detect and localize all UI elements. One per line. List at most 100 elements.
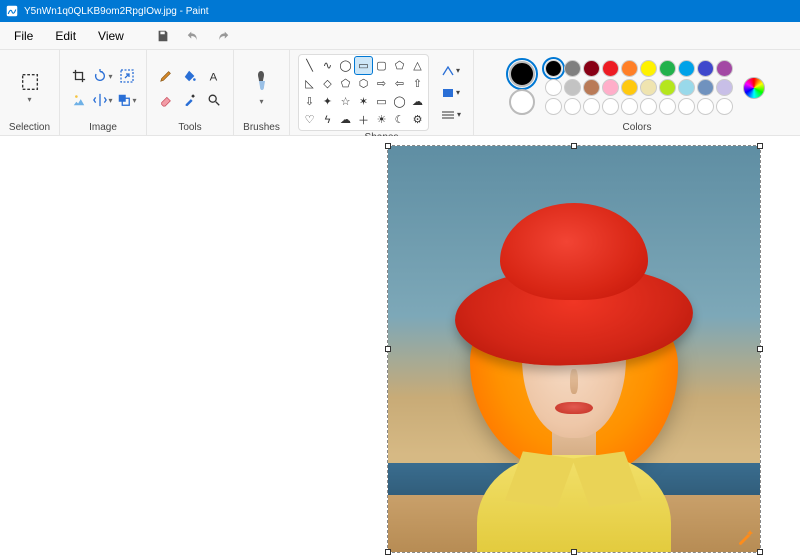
resize-handle-se[interactable]	[757, 549, 763, 555]
crop-button[interactable]	[68, 65, 90, 87]
color-swatch-8[interactable]	[697, 60, 714, 77]
resize-handle-n[interactable]	[571, 143, 577, 149]
color-swatch-15[interactable]	[640, 79, 657, 96]
save-button[interactable]	[150, 24, 176, 48]
menu-view[interactable]: View	[88, 25, 134, 47]
pencil-tool[interactable]	[155, 65, 177, 87]
undo-button[interactable]	[180, 24, 206, 48]
shape-sun[interactable]: ☀	[373, 111, 390, 128]
shape-oval[interactable]: ◯	[337, 57, 354, 74]
color-swatch-13[interactable]	[602, 79, 619, 96]
color-swatch-20[interactable]	[545, 98, 562, 115]
shape-rectangle[interactable]: ▭	[355, 57, 372, 74]
flip-button[interactable]: ▾	[92, 89, 114, 111]
shape-moon[interactable]: ☾	[391, 111, 408, 128]
shape-gear[interactable]: ⚙	[409, 111, 426, 128]
text-tool[interactable]: A	[203, 65, 225, 87]
shape-hexagon[interactable]: ⬡	[355, 75, 372, 92]
color-swatch-9[interactable]	[716, 60, 733, 77]
selection-tool-button[interactable]: ▾	[13, 62, 47, 114]
shape-polygon[interactable]: ⬠	[391, 57, 408, 74]
shape-right-triangle[interactable]: ◺	[301, 75, 318, 92]
invert-selection-button[interactable]: ▾	[116, 89, 138, 111]
group-tools: A Tools	[147, 50, 234, 135]
color-swatch-29[interactable]	[716, 98, 733, 115]
color-swatch-22[interactable]	[583, 98, 600, 115]
shape-left-arrow[interactable]: ⇦	[391, 75, 408, 92]
shape-down-arrow[interactable]: ⇩	[301, 93, 318, 110]
color-swatch-19[interactable]	[716, 79, 733, 96]
remove-background-button[interactable]	[68, 89, 90, 111]
color-swatch-6[interactable]	[659, 60, 676, 77]
color-swatch-23[interactable]	[602, 98, 619, 115]
canvas-area[interactable]	[0, 136, 800, 560]
color-swatch-3[interactable]	[602, 60, 619, 77]
color-swatch-1[interactable]	[564, 60, 581, 77]
shape-fill-dropdown[interactable]: ▾	[437, 83, 465, 103]
shape-oval-callout[interactable]: ◯	[391, 93, 408, 110]
shape-cloud[interactable]: ☁	[337, 111, 354, 128]
resize-handle-ne[interactable]	[757, 143, 763, 149]
color-swatch-11[interactable]	[564, 79, 581, 96]
svg-text:A: A	[210, 71, 218, 83]
shape-triangle[interactable]: △	[409, 57, 426, 74]
color-swatch-24[interactable]	[621, 98, 638, 115]
background-color-swatch[interactable]	[509, 89, 535, 115]
resize-handle-nw[interactable]	[385, 143, 391, 149]
resize-button[interactable]	[116, 65, 138, 87]
ribbon: ▾ Selection ▾ ▾ ▾ Image A	[0, 50, 800, 136]
color-swatch-28[interactable]	[697, 98, 714, 115]
color-picker-tool[interactable]	[179, 89, 201, 111]
brushes-button[interactable]: ▾	[245, 62, 279, 114]
color-swatch-16[interactable]	[659, 79, 676, 96]
shape-four-point-star[interactable]: ✦	[319, 93, 336, 110]
fill-tool[interactable]	[179, 65, 201, 87]
resize-handle-w[interactable]	[385, 346, 391, 352]
shape-diamond[interactable]: ◇	[319, 75, 336, 92]
color-swatch-10[interactable]	[545, 79, 562, 96]
shape-width-dropdown[interactable]: ▾	[437, 105, 465, 125]
eraser-tool[interactable]	[155, 89, 177, 111]
resize-handle-sw[interactable]	[385, 549, 391, 555]
color-swatch-7[interactable]	[678, 60, 695, 77]
color-swatch-27[interactable]	[678, 98, 695, 115]
resize-handle-s[interactable]	[571, 549, 577, 555]
shape-pentagon[interactable]: ⬠	[337, 75, 354, 92]
shape-plus[interactable]: ＋	[355, 111, 372, 128]
redo-button[interactable]	[210, 24, 236, 48]
foreground-color-swatch[interactable]	[509, 61, 535, 87]
shape-six-point-star[interactable]: ✶	[355, 93, 372, 110]
color-swatch-5[interactable]	[640, 60, 657, 77]
color-swatch-21[interactable]	[564, 98, 581, 115]
shape-lightning[interactable]: ϟ	[319, 111, 336, 128]
shape-line[interactable]: ╲	[301, 57, 318, 74]
shape-five-point-star[interactable]: ☆	[337, 93, 354, 110]
color-swatch-25[interactable]	[640, 98, 657, 115]
color-swatch-2[interactable]	[583, 60, 600, 77]
shape-rounded-rect-callout[interactable]: ▭	[373, 93, 390, 110]
color-swatch-18[interactable]	[697, 79, 714, 96]
magnifier-tool[interactable]	[203, 89, 225, 111]
color-swatch-4[interactable]	[621, 60, 638, 77]
selection-frame[interactable]	[387, 145, 761, 553]
shape-heart[interactable]: ♡	[301, 111, 318, 128]
group-selection: ▾ Selection	[0, 50, 60, 135]
group-label-selection: Selection	[9, 122, 50, 133]
shape-cloud-callout[interactable]: ☁	[409, 93, 426, 110]
edit-colors-button[interactable]	[743, 77, 765, 99]
color-swatch-17[interactable]	[678, 79, 695, 96]
menu-file[interactable]: File	[4, 25, 43, 47]
rotate-button[interactable]: ▾	[92, 65, 114, 87]
resize-handle-e[interactable]	[757, 346, 763, 352]
menu-edit[interactable]: Edit	[45, 25, 86, 47]
color-swatch-12[interactable]	[583, 79, 600, 96]
shape-right-arrow[interactable]: ⇨	[373, 75, 390, 92]
shape-up-arrow[interactable]: ⇧	[409, 75, 426, 92]
shape-outline-dropdown[interactable]: ▾	[437, 61, 465, 81]
color-swatch-26[interactable]	[659, 98, 676, 115]
shape-curve[interactable]: ∿	[319, 57, 336, 74]
chevron-down-icon: ▾	[27, 95, 31, 104]
color-swatch-14[interactable]	[621, 79, 638, 96]
color-swatch-0[interactable]	[545, 60, 562, 77]
shape-rounded-rectangle[interactable]: ▢	[373, 57, 390, 74]
